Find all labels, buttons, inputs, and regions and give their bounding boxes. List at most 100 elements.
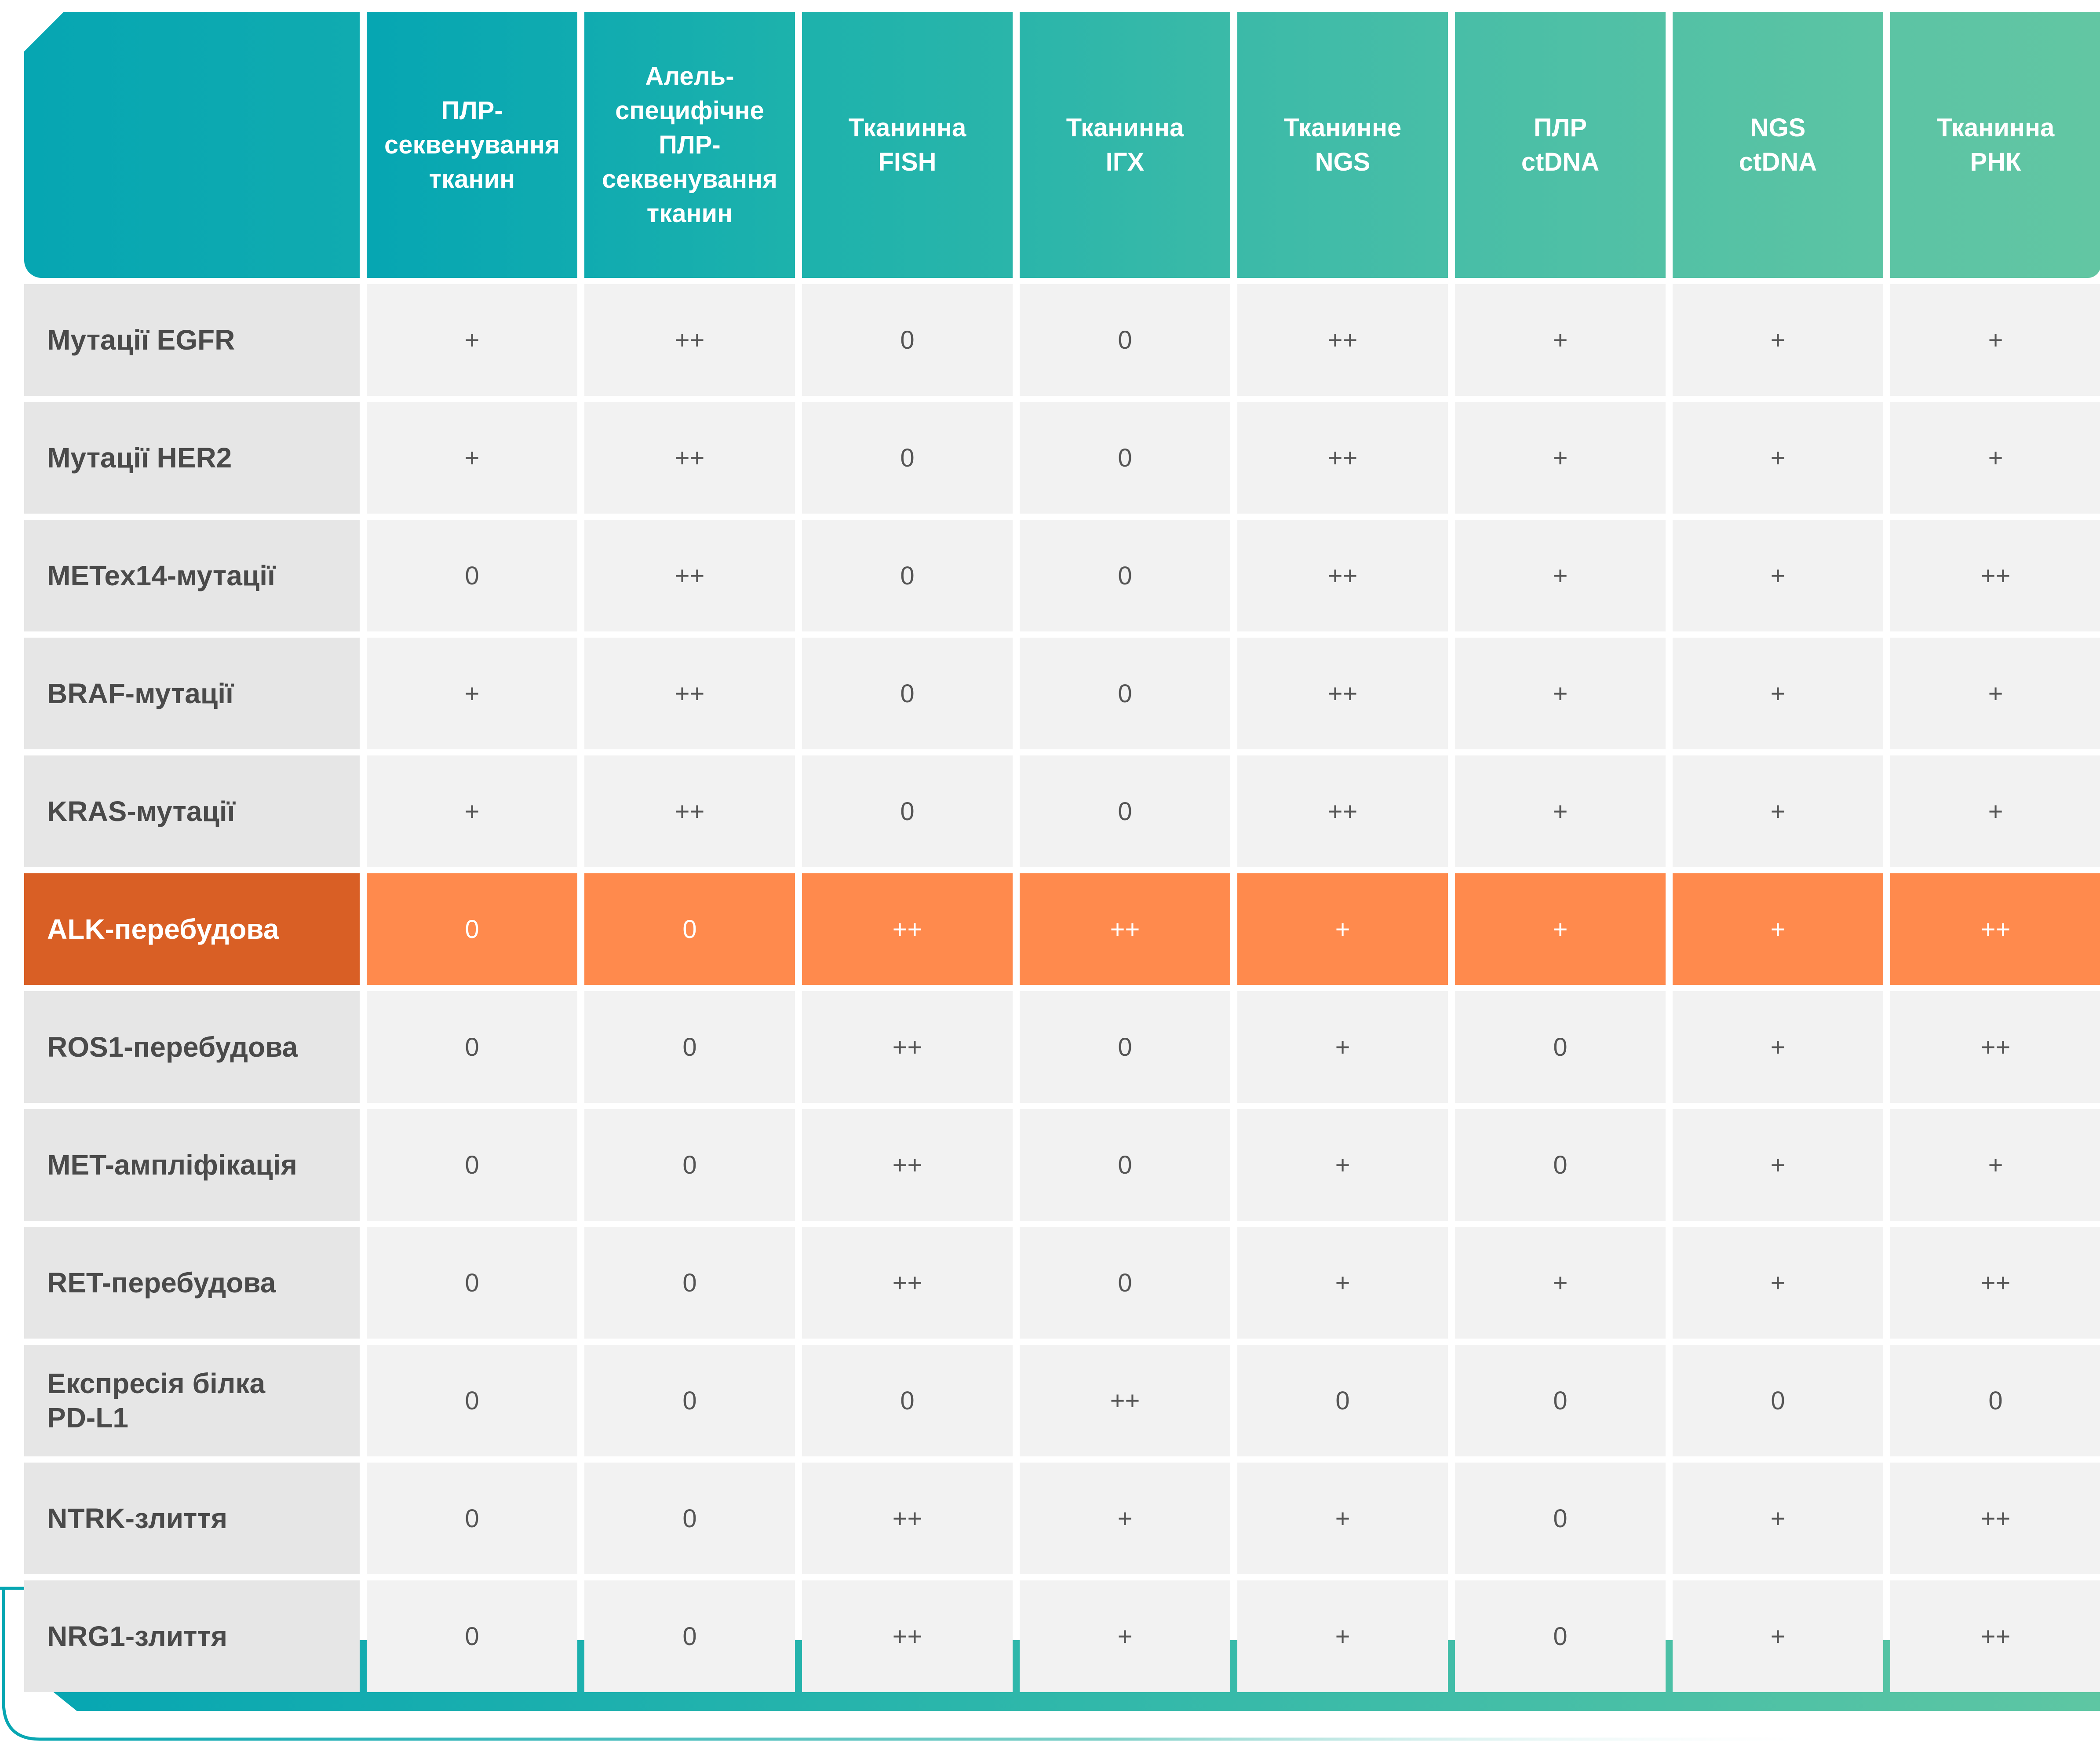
table-cell: ++: [802, 1109, 1013, 1221]
table-cell: 0: [367, 1109, 577, 1221]
table-cell: +: [1237, 1463, 1448, 1574]
table-cell: ++: [1890, 991, 2100, 1103]
table-cell: ++: [1237, 755, 1448, 867]
table-cell: 0: [584, 1345, 795, 1456]
column-header: Тканинна ІГХ: [1020, 12, 1230, 278]
table-cell: ++: [802, 1227, 1013, 1339]
row-label: MET-ампліфікація: [24, 1109, 360, 1221]
table-cell: 0: [1890, 1345, 2100, 1456]
table-cell: 0: [802, 638, 1013, 749]
table-cell: 0: [584, 991, 795, 1103]
table-cell: +: [367, 402, 577, 514]
table-cell: 0: [1455, 1580, 1666, 1692]
table-cell: +: [1673, 1227, 1883, 1339]
row-label: ALK-перебудова: [24, 873, 360, 985]
table-cell: ++: [1237, 520, 1448, 631]
table-cell: 0: [1455, 1463, 1666, 1574]
row-label: KRAS-мутації: [24, 755, 360, 867]
table-header-corner: [24, 12, 360, 278]
table-cell: +: [1673, 873, 1883, 985]
table-cell: +: [1673, 991, 1883, 1103]
table-cell: +: [1673, 520, 1883, 631]
table-cell: +: [1673, 638, 1883, 749]
table-cell: 0: [584, 1227, 795, 1339]
table-cell: +: [1455, 755, 1666, 867]
table-cell: +: [367, 284, 577, 396]
table-cell: +: [1455, 1227, 1666, 1339]
table-cell: 0: [802, 520, 1013, 631]
table-cell: 0: [584, 1580, 795, 1692]
table-cell: 0: [367, 1463, 577, 1574]
table-cell: ++: [1020, 873, 1230, 985]
table-cell: +: [367, 638, 577, 749]
table-cell: ++: [584, 284, 795, 396]
row-label: METex14-мутації: [24, 520, 360, 631]
table-cell: +: [1455, 402, 1666, 514]
table-cell: +: [1020, 1463, 1230, 1574]
table-cell: +: [1673, 402, 1883, 514]
table-cell: 0: [367, 1580, 577, 1692]
row-label: ROS1-перебудова: [24, 991, 360, 1103]
row-label: Експресія білка PD-L1: [24, 1345, 360, 1456]
column-header: ПЛР ctDNA: [1455, 12, 1666, 278]
comparison-table: ПЛР- секвенування тканин Алель- специфічн…: [24, 12, 2100, 1692]
table-cell: +: [1890, 1109, 2100, 1221]
table-cell: ++: [1237, 284, 1448, 396]
table-cell: +: [1237, 1109, 1448, 1221]
table-cell: +: [1673, 284, 1883, 396]
table-cell: +: [1020, 1580, 1230, 1692]
table-cell: +: [1455, 520, 1666, 631]
table-cell: ++: [802, 991, 1013, 1103]
table-cell: ++: [1237, 638, 1448, 749]
table-cell: +: [1237, 873, 1448, 985]
row-label: Мутації HER2: [24, 402, 360, 514]
table-cell: 0: [802, 402, 1013, 514]
table-cell: ++: [584, 520, 795, 631]
table-cell: 0: [1237, 1345, 1448, 1456]
table-cell: 0: [1455, 991, 1666, 1103]
table-cell: ++: [584, 402, 795, 514]
table-cell: ++: [1890, 520, 2100, 631]
table-cell: +: [1890, 755, 2100, 867]
table-cell: +: [1455, 638, 1666, 749]
table-cell: +: [1890, 638, 2100, 749]
table-cell: ++: [1890, 1463, 2100, 1574]
table-cell: 0: [584, 873, 795, 985]
table-cell: 0: [1673, 1345, 1883, 1456]
table-cell: ++: [1890, 1580, 2100, 1692]
table-cell: 0: [802, 284, 1013, 396]
table-cell: 0: [1020, 402, 1230, 514]
column-header: Тканинне NGS: [1237, 12, 1448, 278]
table-cell: ++: [802, 873, 1013, 985]
table-cell: 0: [367, 873, 577, 985]
table-cell: 0: [367, 520, 577, 631]
table-cell: 0: [584, 1463, 795, 1574]
table-cell: 0: [802, 755, 1013, 867]
row-label: NTRK-злиття: [24, 1463, 360, 1574]
column-header: NGS ctDNA: [1673, 12, 1883, 278]
table-cell: 0: [1020, 520, 1230, 631]
table-cell: +: [1890, 402, 2100, 514]
column-header: Алель- специфічне ПЛР- секвенування ткан…: [584, 12, 795, 278]
table-cell: 0: [367, 1345, 577, 1456]
table-cell: 0: [1020, 284, 1230, 396]
table-cell: +: [1455, 873, 1666, 985]
table-cell: 0: [1455, 1109, 1666, 1221]
table-cell: 0: [1020, 1227, 1230, 1339]
table-cell: ++: [1890, 1227, 2100, 1339]
table-cell: +: [1890, 284, 2100, 396]
table-cell: 0: [1455, 1345, 1666, 1456]
table-cell: ++: [584, 755, 795, 867]
table-cell: 0: [1020, 755, 1230, 867]
table-cell: 0: [1020, 1109, 1230, 1221]
table-cell: 0: [584, 1109, 795, 1221]
table-cell: +: [1673, 755, 1883, 867]
table-cell: ++: [802, 1580, 1013, 1692]
column-header: Тканинна РНК: [1890, 12, 2100, 278]
table-cell: +: [1237, 1227, 1448, 1339]
table-cell: +: [367, 755, 577, 867]
table-cell: ++: [1020, 1345, 1230, 1456]
table-cell: +: [1455, 284, 1666, 396]
row-label: NRG1-злиття: [24, 1580, 360, 1692]
table-cell: +: [1237, 1580, 1448, 1692]
